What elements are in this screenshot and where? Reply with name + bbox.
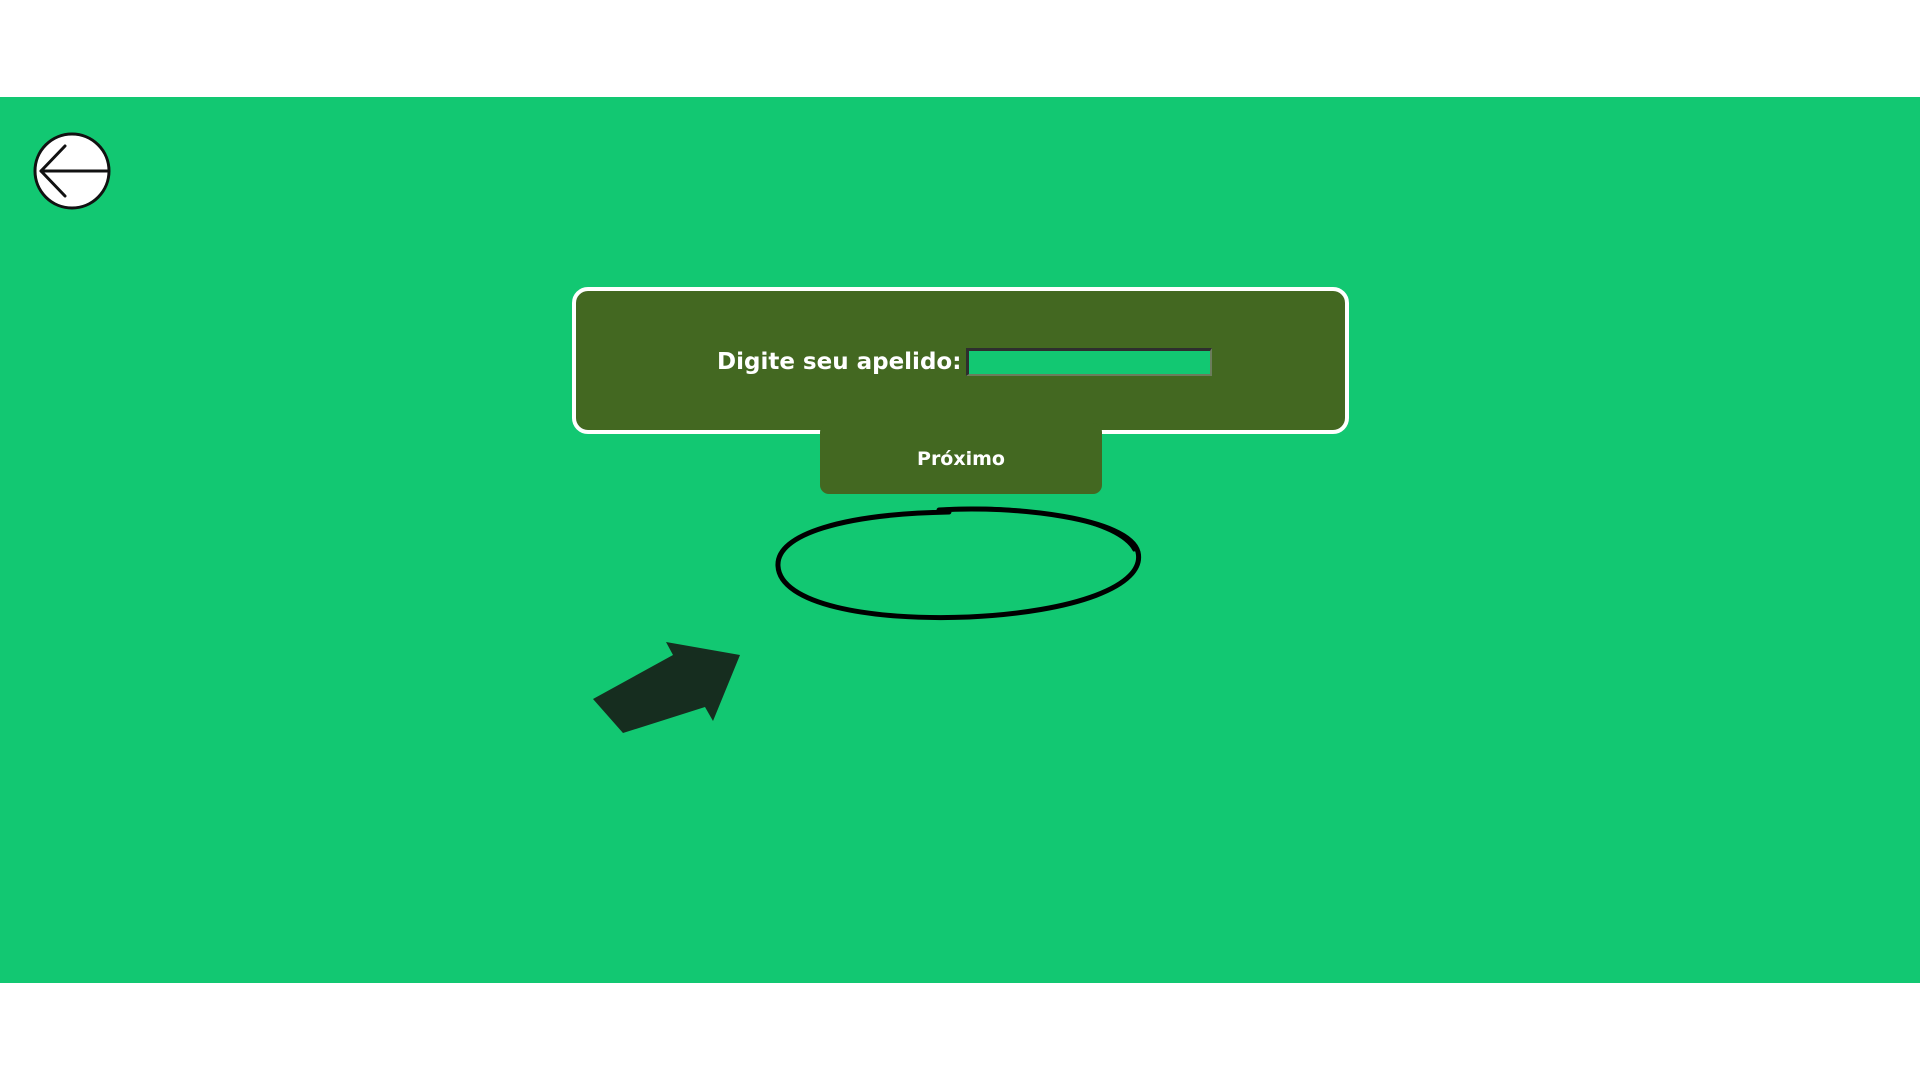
- next-button[interactable]: Próximo: [820, 423, 1102, 494]
- nickname-panel: Digite seu apelido:: [572, 287, 1349, 434]
- back-button[interactable]: [33, 132, 111, 210]
- game-stage: Digite seu apelido:: [0, 97, 1920, 983]
- arrow-left-circle-icon: [33, 132, 111, 210]
- nickname-input[interactable]: [966, 348, 1212, 376]
- nickname-label: Digite seu apelido:: [717, 349, 962, 375]
